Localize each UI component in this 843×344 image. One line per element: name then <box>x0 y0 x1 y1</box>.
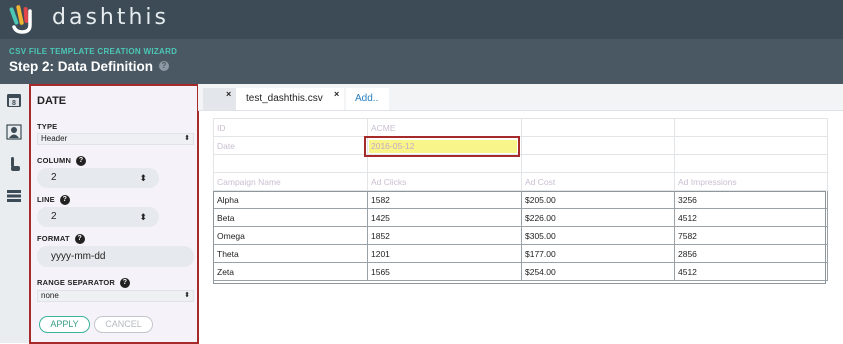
tab-test-dashthis-csv[interactable]: test_dashthis.csv × <box>236 88 344 110</box>
data-cell[interactable]: $254.00 <box>521 262 675 281</box>
selected-date-cell[interactable]: 2016-05-12 <box>364 136 520 157</box>
data-cell[interactable]: 1582 <box>367 190 522 209</box>
meta-cell[interactable] <box>367 154 522 173</box>
line-label-text: LINE <box>37 195 55 204</box>
select-caret-icon: ⬍ <box>184 292 190 299</box>
close-tab-icon[interactable]: × <box>334 83 339 105</box>
data-row: Alpha 1582 $205.00 3256 <box>213 190 828 209</box>
dashthis-logo-icon[interactable] <box>6 3 38 35</box>
data-cell[interactable]: Theta <box>213 244 368 263</box>
format-label: FORMAT? <box>37 234 85 245</box>
stack-icon[interactable] <box>6 188 22 204</box>
data-cell[interactable]: 1852 <box>367 226 522 245</box>
range-separator-value: none <box>41 291 59 300</box>
tab-label: test_dashthis.csv <box>246 93 323 104</box>
meta-row <box>213 154 828 173</box>
meta-cell[interactable]: ACME <box>367 118 522 137</box>
selected-date-value: 2016-05-12 <box>369 140 517 153</box>
data-row: Zeta 1565 $254.00 4512 <box>213 262 828 281</box>
data-cell[interactable]: Zeta <box>213 262 368 281</box>
range-separator-select[interactable]: none ⬍ <box>37 290 194 302</box>
meta-cell[interactable] <box>521 136 675 155</box>
tab-blank[interactable]: × <box>203 88 236 110</box>
data-cell[interactable]: Alpha <box>213 190 368 209</box>
meta-row: Date2016-05-12 <box>213 136 828 155</box>
stepper-arrows-icon[interactable]: ⬍ <box>139 168 147 188</box>
data-cell[interactable]: Omega <box>213 226 368 245</box>
range-separator-label: RANGE SEPARATOR? <box>37 278 131 289</box>
left-rail: 8 <box>0 84 29 343</box>
wizard-kicker: CSV FILE TEMPLATE CREATION WIZARD <box>9 47 178 56</box>
column-label: COLUMN? <box>37 156 87 167</box>
column-value: 2 <box>51 172 57 183</box>
tab-divider <box>198 110 843 111</box>
add-tab-button[interactable]: Add.. <box>346 88 389 110</box>
help-icon[interactable]: ? <box>120 278 131 289</box>
user-icon[interactable] <box>6 124 22 140</box>
meta-cell[interactable]: Ad Cost <box>521 172 675 191</box>
data-row: Beta 1425 $226.00 4512 <box>213 208 828 227</box>
pointer-icon[interactable] <box>6 156 22 172</box>
meta-cell[interactable] <box>521 154 675 173</box>
meta-row: ID ACME <box>213 118 828 137</box>
range-separator-label-text: RANGE SEPARATOR <box>37 278 116 287</box>
meta-cell[interactable] <box>674 136 828 155</box>
brand-name: dashthis <box>52 5 169 30</box>
meta-cell[interactable] <box>674 154 828 173</box>
data-cell[interactable]: Beta <box>213 208 368 227</box>
help-icon[interactable]: ? <box>76 156 87 167</box>
column-stepper[interactable]: 2 ⬍ <box>37 168 159 188</box>
data-cell[interactable]: 2856 <box>674 244 828 263</box>
meta-cell[interactable]: Campaign Name <box>213 172 368 191</box>
data-cell[interactable]: 1201 <box>367 244 522 263</box>
meta-cell[interactable]: Ad Clicks <box>367 172 522 191</box>
meta-cell[interactable]: ID <box>213 118 368 137</box>
cancel-button[interactable]: CANCEL <box>94 316 153 333</box>
meta-cell[interactable]: Date <box>213 136 368 155</box>
data-cell[interactable]: 1565 <box>367 262 522 281</box>
meta-cell[interactable] <box>674 118 828 137</box>
data-cell[interactable]: 3256 <box>674 190 828 209</box>
help-icon[interactable]: ? <box>159 61 169 71</box>
meta-cell[interactable] <box>521 118 675 137</box>
data-cell[interactable]: 4512 <box>674 208 828 227</box>
data-row: Theta 1201 $177.00 2856 <box>213 244 828 263</box>
data-cell[interactable]: $226.00 <box>521 208 675 227</box>
csv-preview-table: IDACMEDate2016-05-12 Campaign NameAd Clic… <box>213 118 828 281</box>
select-caret-icon: ⬍ <box>184 135 190 142</box>
data-cell[interactable]: $205.00 <box>521 190 675 209</box>
data-cell[interactable]: $177.00 <box>521 244 675 263</box>
calendar-icon[interactable]: 8 <box>6 92 22 108</box>
data-cell[interactable]: 4512 <box>674 262 828 281</box>
meta-cell[interactable]: Ad Impressions <box>674 172 828 191</box>
format-label-text: FORMAT <box>37 234 70 243</box>
step-title: Step 2: Data Definition <box>9 59 154 74</box>
type-select[interactable]: Header ⬍ <box>37 133 194 145</box>
apply-button[interactable]: APPLY <box>39 316 90 333</box>
stepper-arrows-icon[interactable]: ⬍ <box>139 207 147 227</box>
column-label-text: COLUMN <box>37 156 72 165</box>
close-tab-icon[interactable]: × <box>226 83 231 105</box>
calendar-day: 8 <box>12 100 16 107</box>
data-cell[interactable]: 1425 <box>367 208 522 227</box>
line-stepper[interactable]: 2 ⬍ <box>37 207 159 227</box>
help-icon[interactable]: ? <box>74 234 85 245</box>
type-select-value: Header <box>41 134 68 143</box>
data-row: Omega 1852 $305.00 7582 <box>213 226 828 245</box>
line-label: LINE? <box>37 195 70 206</box>
help-icon[interactable]: ? <box>59 195 70 206</box>
panel-title: DATE <box>37 95 67 107</box>
line-value: 2 <box>51 211 57 222</box>
data-cell[interactable]: $305.00 <box>521 226 675 245</box>
data-cell[interactable]: 7582 <box>674 226 828 245</box>
format-input[interactable]: yyyy-mm-dd <box>37 246 194 267</box>
date-definition-panel: DATE TYPE Header ⬍ COLUMN? 2 ⬍ LINE? 2 ⬍… <box>29 84 199 344</box>
meta-cell[interactable] <box>213 154 368 173</box>
meta-row: Campaign Name Ad Clicks Ad Cost Ad Impressi… <box>213 172 828 191</box>
type-label: TYPE <box>37 122 58 131</box>
